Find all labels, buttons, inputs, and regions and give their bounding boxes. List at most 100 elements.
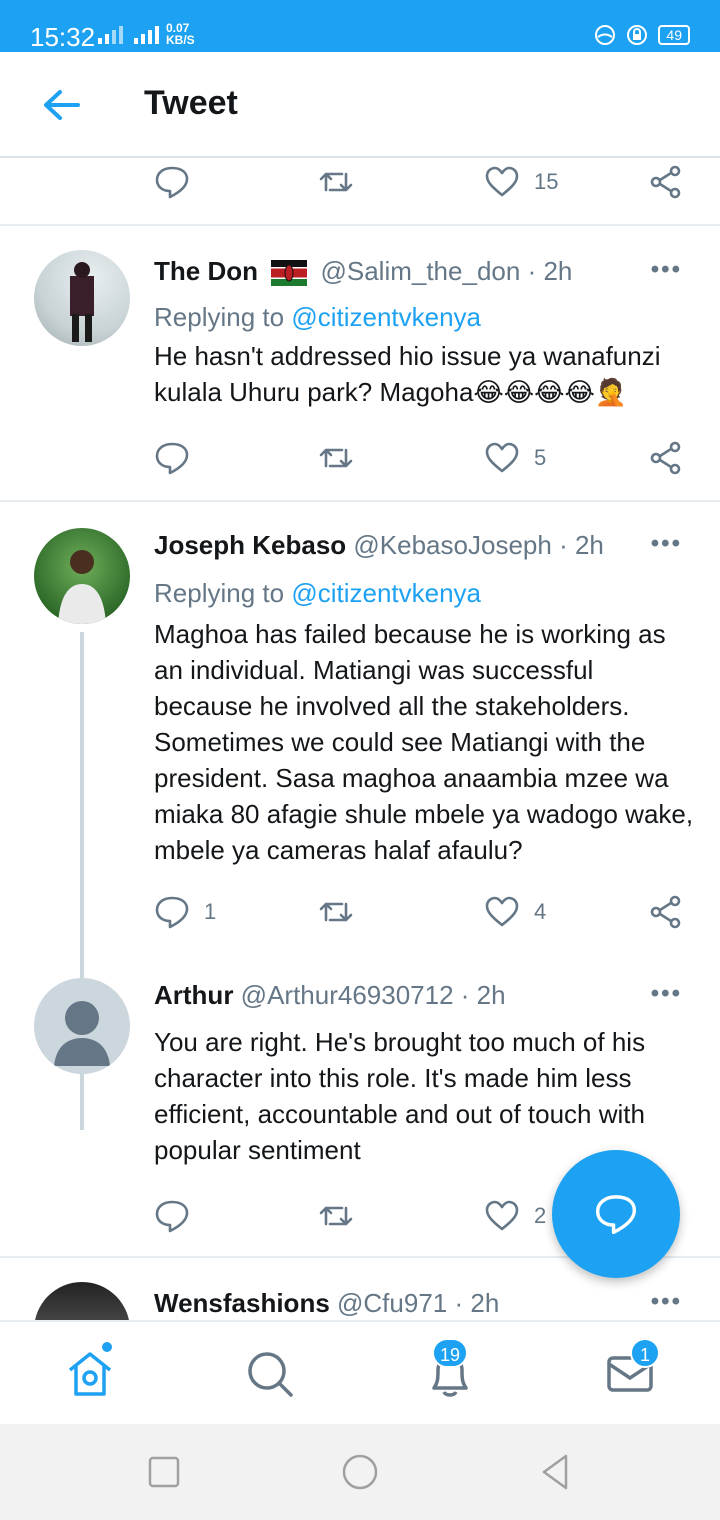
retweet-button[interactable]: [318, 438, 354, 478]
more-options-button[interactable]: •••: [651, 530, 682, 558]
network-speed: 0.07 KB/S: [166, 22, 195, 46]
tweet-actions-previous: 15: [154, 162, 694, 202]
nav-search[interactable]: [244, 1348, 296, 1400]
avatar-person-icon: [70, 262, 94, 342]
author-name[interactable]: Arthur: [154, 980, 233, 1010]
nav-messages[interactable]: 1: [604, 1338, 660, 1400]
retweet-button[interactable]: [318, 892, 354, 932]
home-icon: [68, 1352, 112, 1396]
nav-home[interactable]: [64, 1340, 116, 1400]
status-bar: 15:32 0.07 KB/S 49: [0, 0, 720, 52]
author-handle[interactable]: @Salim_the_don: [320, 256, 520, 286]
reply-icon: [155, 442, 189, 475]
tweet-time: · 2h: [454, 1288, 500, 1318]
like-button[interactable]: 15: [484, 162, 558, 202]
tweet-time: · 2h: [559, 530, 604, 560]
like-button[interactable]: 4: [484, 892, 546, 932]
share-button[interactable]: [648, 438, 684, 478]
retweet-icon: [319, 902, 353, 922]
tweet-text: You are right. He's brought too much of …: [154, 1027, 646, 1165]
kenya-flag-icon: [271, 260, 308, 287]
reply-button[interactable]: [154, 1196, 190, 1236]
avatar[interactable]: [34, 250, 130, 346]
replying-to: Replying to @citizentvkenya: [154, 302, 481, 333]
author-name[interactable]: The Don: [154, 256, 258, 286]
tweet-time: · 2h: [527, 256, 573, 286]
more-options-button[interactable]: •••: [651, 256, 682, 284]
home-notification-dot: [100, 1340, 114, 1354]
like-count: 15: [534, 169, 559, 194]
reply-icon: [155, 896, 189, 929]
like-count: 2: [534, 1203, 547, 1228]
share-icon: [650, 165, 681, 199]
avatar[interactable]: [34, 528, 130, 624]
author-name[interactable]: Wensfashions: [154, 1288, 330, 1318]
author-handle[interactable]: @Arthur46930712: [241, 980, 454, 1010]
system-navigation-bar: [0, 1424, 720, 1520]
share-icon: [650, 895, 681, 929]
more-options-button[interactable]: •••: [651, 980, 682, 1008]
like-button[interactable]: 2: [484, 1196, 546, 1236]
more-options-button[interactable]: •••: [651, 1288, 682, 1316]
lock-rotation-icon: [627, 25, 648, 45]
retweet-icon: [319, 448, 353, 468]
replying-to: Replying to @citizentvkenya: [154, 578, 481, 609]
reply-button[interactable]: [154, 162, 190, 202]
reply-count: 1: [204, 899, 217, 924]
retweet-button[interactable]: [318, 1196, 354, 1236]
reply-icon: [595, 1195, 637, 1235]
author-handle[interactable]: @KebasoJoseph: [353, 530, 551, 560]
reply-icon: [155, 166, 189, 199]
reply-icon: [155, 1200, 189, 1233]
author-handle[interactable]: @Cfu971: [337, 1288, 447, 1318]
avatar-person-icon: [58, 550, 106, 624]
tweet-actions: 1 4: [154, 892, 694, 932]
divider: [0, 224, 720, 226]
default-avatar-icon: [54, 1001, 110, 1066]
share-icon: [650, 441, 681, 475]
heart-icon: [485, 166, 519, 197]
status-icons: 49: [594, 24, 690, 46]
tweet-actions: 5: [154, 438, 694, 478]
notifications-badge: 19: [432, 1338, 469, 1368]
signal-icon-2: [134, 26, 159, 44]
tweet-author-line: Arthur @Arthur46930712 · 2h: [154, 980, 506, 1011]
heart-icon: [485, 442, 519, 473]
avatar[interactable]: [34, 978, 130, 1074]
mention-link[interactable]: @citizentvkenya: [291, 578, 481, 608]
page-title: Tweet: [144, 84, 238, 122]
messages-badge: 1: [630, 1338, 660, 1368]
app-header: Tweet: [0, 52, 720, 158]
replying-label: Replying to: [154, 578, 285, 608]
compose-reply-button[interactable]: [552, 1150, 680, 1278]
back-arrow-icon[interactable]: [40, 88, 84, 122]
tweet-time: · 2h: [460, 980, 506, 1010]
tweet-thread: 15 The Don @Salim_the_don · 2h ••• Reply…: [0, 160, 720, 1320]
like-count: 5: [534, 445, 547, 470]
back-triangle-icon[interactable]: [536, 1452, 576, 1492]
retweet-icon: [319, 172, 353, 192]
heart-icon: [485, 896, 519, 927]
mention-link[interactable]: @citizentvkenya: [291, 302, 481, 332]
recent-apps-icon[interactable]: [144, 1452, 184, 1492]
heart-icon: [485, 1200, 519, 1231]
author-name[interactable]: Joseph Kebaso: [154, 530, 346, 560]
signal-icon: [98, 26, 123, 44]
search-icon: [248, 1352, 293, 1397]
retweet-button[interactable]: [318, 162, 354, 202]
data-saver-icon: [595, 25, 616, 45]
avatar[interactable]: [34, 1282, 130, 1320]
like-count: 4: [534, 899, 547, 924]
tweet-author-line: Wensfashions @Cfu971 · 2h: [154, 1288, 499, 1319]
bottom-navigation: 19 1: [0, 1320, 720, 1424]
share-button[interactable]: [648, 162, 684, 202]
tweet-author-line: The Don @Salim_the_don · 2h: [154, 256, 572, 287]
home-circle-icon[interactable]: [340, 1452, 380, 1492]
share-button[interactable]: [648, 892, 684, 932]
reply-button[interactable]: 1: [154, 892, 216, 932]
reply-button[interactable]: [154, 438, 190, 478]
nav-notifications[interactable]: 19: [424, 1338, 476, 1400]
like-button[interactable]: 5: [484, 438, 546, 478]
battery-indicator: 49: [658, 25, 690, 45]
tweet-text: He hasn't addressed hio issue ya wanafun…: [154, 341, 661, 407]
